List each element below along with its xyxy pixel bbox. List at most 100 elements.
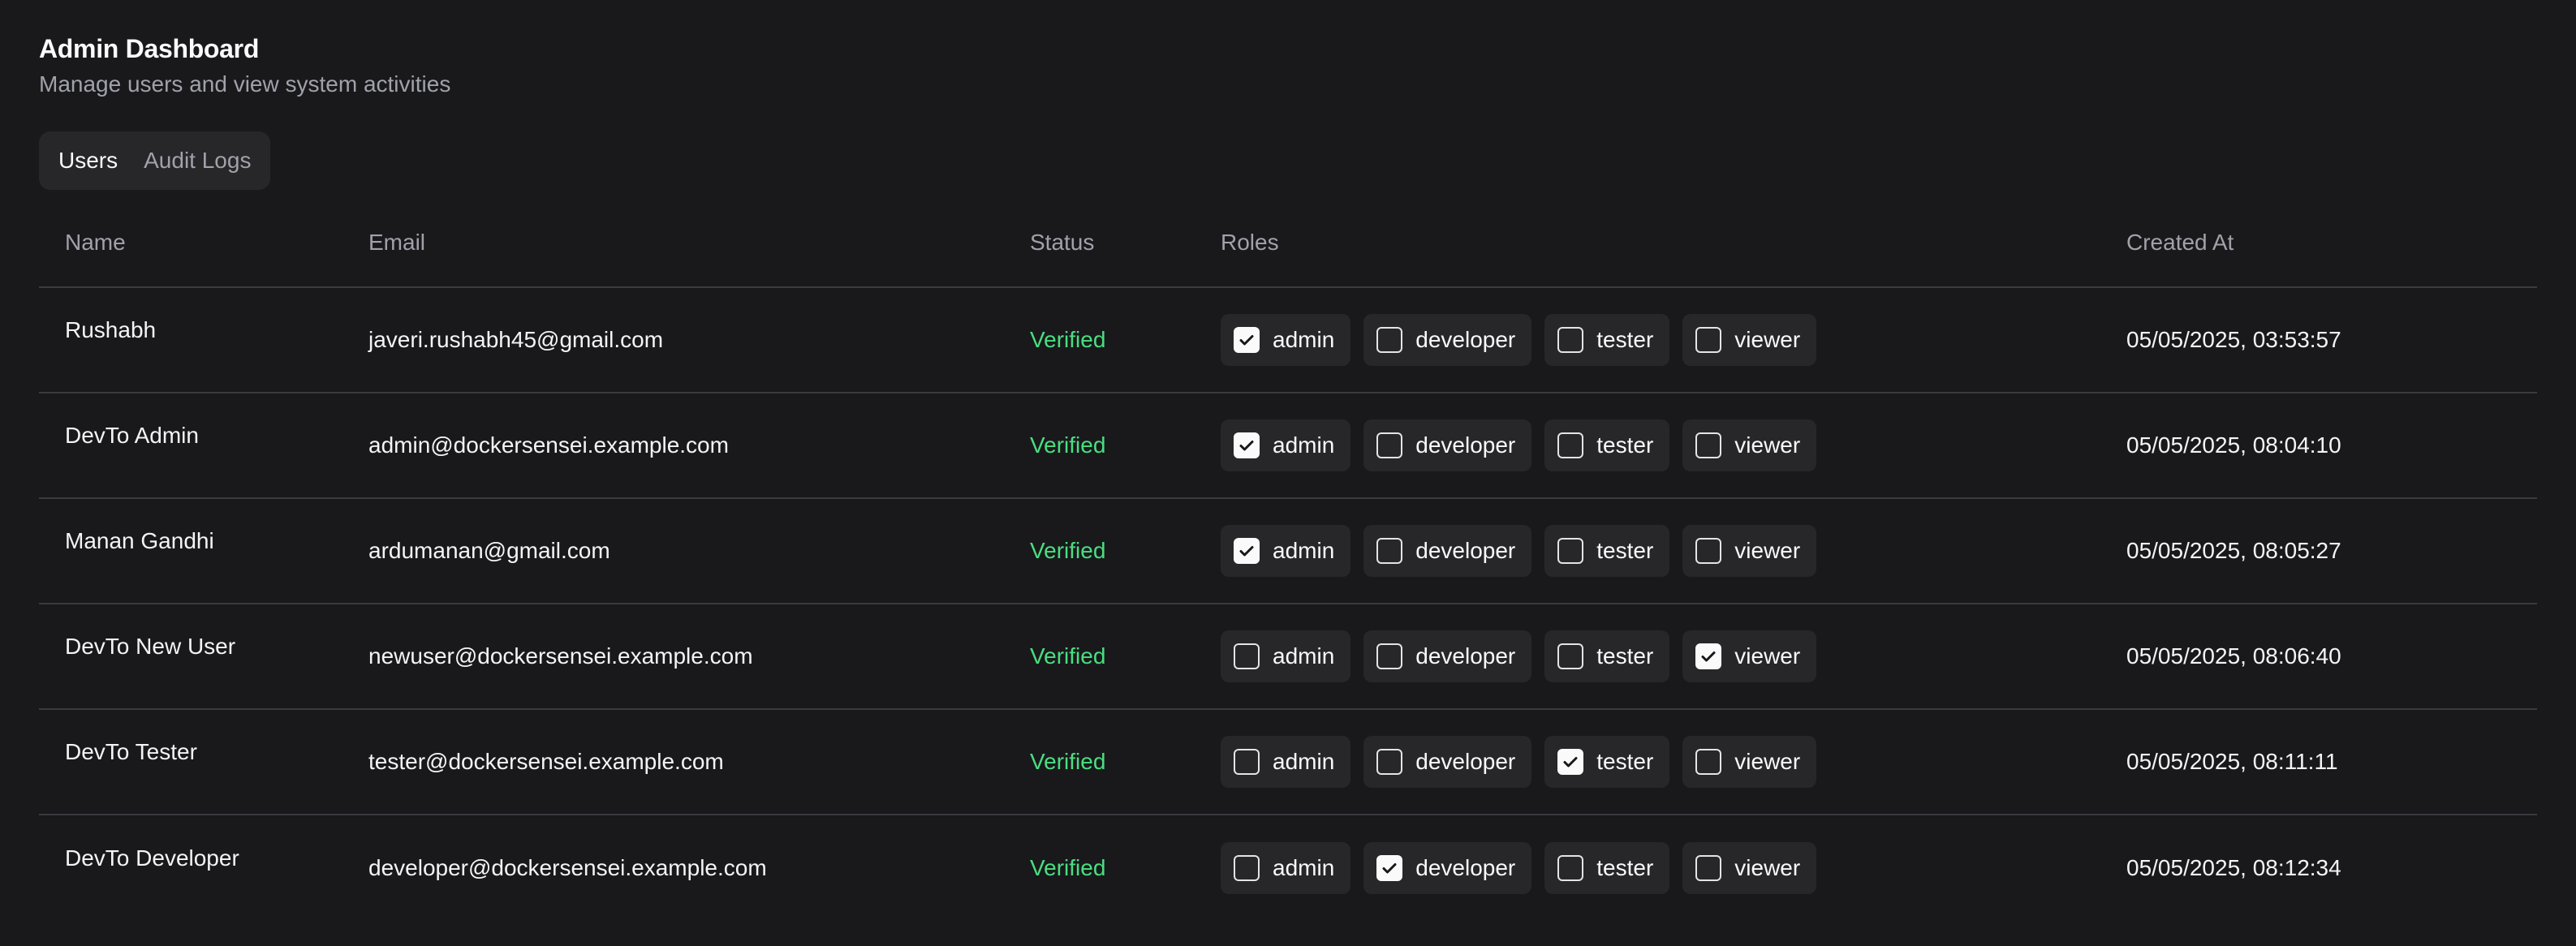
status-verified: Verified (1030, 432, 1106, 458)
role-toggle-admin[interactable]: admin (1221, 419, 1351, 471)
role-checkbox-viewer[interactable] (1695, 327, 1722, 353)
column-header-roles: Roles (1221, 198, 2126, 288)
role-toggle-admin[interactable]: admin (1221, 736, 1351, 788)
role-checkbox-tester[interactable] (1557, 854, 1584, 881)
status-cell: Verified (1030, 287, 1221, 393)
role-label: viewer (1734, 854, 1801, 880)
table-row: DevTo Tester tester@dockersensei.example… (39, 709, 2537, 815)
user-email: newuser@dockersensei.example.com (368, 604, 1030, 710)
role-checkbox-viewer[interactable] (1695, 854, 1722, 881)
tab-users[interactable]: Users (45, 144, 131, 177)
role-checkbox-tester[interactable] (1557, 327, 1584, 353)
check-icon (1239, 335, 1254, 346)
status-cell: Verified (1030, 815, 1221, 920)
role-checkbox-admin[interactable] (1234, 854, 1260, 881)
table-row: DevTo Admin admin@dockersensei.example.c… (39, 393, 2537, 499)
user-email: tester@dockersensei.example.com (368, 709, 1030, 815)
check-icon (1701, 651, 1716, 662)
user-name-cell: Rushabh (39, 287, 368, 393)
role-label: viewer (1734, 432, 1801, 458)
created-at: 05/05/2025, 08:12:34 (2126, 854, 2341, 880)
role-toggle-tester[interactable]: tester (1544, 630, 1670, 682)
role-toggle-viewer[interactable]: viewer (1682, 841, 1817, 894)
role-toggle-admin[interactable]: admin (1221, 630, 1351, 682)
role-checkbox-developer[interactable] (1376, 538, 1403, 564)
column-header-created-at: Created At (2126, 198, 2537, 288)
user-name: DevTo New User (65, 634, 236, 659)
role-toggle-admin[interactable]: admin (1221, 314, 1351, 366)
created-at: 05/05/2025, 08:04:10 (2126, 393, 2537, 499)
role-toggle-tester[interactable]: tester (1544, 419, 1670, 471)
role-toggle-viewer[interactable]: viewer (1682, 525, 1817, 577)
role-checkbox-developer[interactable] (1376, 432, 1403, 458)
role-toggle-developer[interactable]: developer (1363, 419, 1532, 471)
user-name-cell: DevTo New User (39, 604, 368, 710)
user-name-cell: DevTo Admin (39, 393, 368, 499)
role-checkbox-tester[interactable] (1557, 643, 1584, 669)
status-verified: Verified (1030, 854, 1106, 880)
role-toggle-tester[interactable]: tester (1544, 736, 1670, 788)
role-label: admin (1273, 643, 1335, 669)
role-checkbox-tester[interactable] (1557, 749, 1584, 775)
role-checkbox-admin[interactable] (1234, 327, 1260, 353)
role-checkbox-admin[interactable] (1234, 643, 1260, 669)
role-checkbox-developer[interactable] (1376, 854, 1403, 881)
role-toggle-tester[interactable]: tester (1544, 525, 1670, 577)
role-checkbox-tester[interactable] (1557, 538, 1584, 564)
role-checkbox-tester[interactable] (1557, 432, 1584, 458)
user-name-cell: DevTo Developer (39, 815, 368, 920)
role-label: viewer (1734, 538, 1801, 563)
role-checkbox-admin[interactable] (1234, 432, 1260, 458)
role-toggle-tester[interactable]: tester (1544, 314, 1670, 366)
created-at: 05/05/2025, 08:05:27 (2126, 498, 2537, 604)
role-checkbox-admin[interactable] (1234, 749, 1260, 775)
check-icon (1239, 441, 1254, 451)
status-verified: Verified (1030, 538, 1106, 563)
page-title: Admin Dashboard (39, 34, 260, 63)
table-row: DevTo New User newuser@dockersensei.exam… (39, 604, 2537, 710)
role-toggle-admin[interactable]: admin (1221, 841, 1351, 894)
role-label: developer (1415, 854, 1516, 880)
role-checkbox-viewer[interactable] (1695, 432, 1722, 458)
user-name-cell: DevTo Tester (39, 709, 368, 815)
role-toggle-viewer[interactable]: viewer (1682, 314, 1817, 366)
role-toggle-developer[interactable]: developer (1363, 630, 1532, 682)
roles-group: admin developer tester viewer (1221, 736, 2126, 788)
role-checkbox-developer[interactable] (1376, 749, 1403, 775)
role-label: developer (1415, 538, 1516, 563)
page-subtitle: Manage users and view system activities (39, 71, 451, 97)
role-toggle-developer[interactable]: developer (1363, 525, 1532, 577)
role-checkbox-viewer[interactable] (1695, 749, 1722, 775)
role-toggle-developer[interactable]: developer (1363, 314, 1532, 366)
status-cell: Verified (1030, 709, 1221, 815)
tab-audit-logs[interactable]: Audit Logs (131, 144, 264, 177)
roles-group: admin developer tester viewer (1221, 314, 2126, 366)
roles-cell: admin developer tester viewer (1221, 287, 2126, 393)
user-name: DevTo Tester (65, 739, 197, 764)
role-label: admin (1273, 749, 1335, 774)
role-label: admin (1273, 538, 1335, 563)
user-email: developer@dockersensei.example.com (368, 854, 767, 880)
role-checkbox-developer[interactable] (1376, 643, 1403, 669)
roles-group: admin developer tester viewer (1221, 841, 2126, 894)
role-toggle-viewer[interactable]: viewer (1682, 736, 1817, 788)
roles-group: admin developer tester viewer (1221, 630, 2126, 682)
users-table: Name Email Status Roles Created At Rusha… (39, 198, 2537, 920)
roles-cell: admin developer tester viewer (1221, 498, 2126, 604)
role-toggle-viewer[interactable]: viewer (1682, 419, 1817, 471)
role-toggle-developer[interactable]: developer (1363, 841, 1532, 894)
role-checkbox-developer[interactable] (1376, 327, 1403, 353)
role-toggle-developer[interactable]: developer (1363, 736, 1532, 788)
role-toggle-tester[interactable]: tester (1544, 841, 1670, 894)
role-checkbox-admin[interactable] (1234, 538, 1260, 564)
user-email: ardumanan@gmail.com (368, 498, 1030, 604)
role-checkbox-viewer[interactable] (1695, 643, 1722, 669)
created-at: 05/05/2025, 08:11:11 (2126, 709, 2537, 815)
role-toggle-viewer[interactable]: viewer (1682, 630, 1817, 682)
role-checkbox-viewer[interactable] (1695, 538, 1722, 564)
role-label: viewer (1734, 643, 1801, 669)
role-label: tester (1596, 643, 1654, 669)
user-email: javeri.rushabh45@gmail.com (368, 287, 1030, 393)
role-toggle-admin[interactable]: admin (1221, 525, 1351, 577)
check-icon (1563, 757, 1578, 768)
